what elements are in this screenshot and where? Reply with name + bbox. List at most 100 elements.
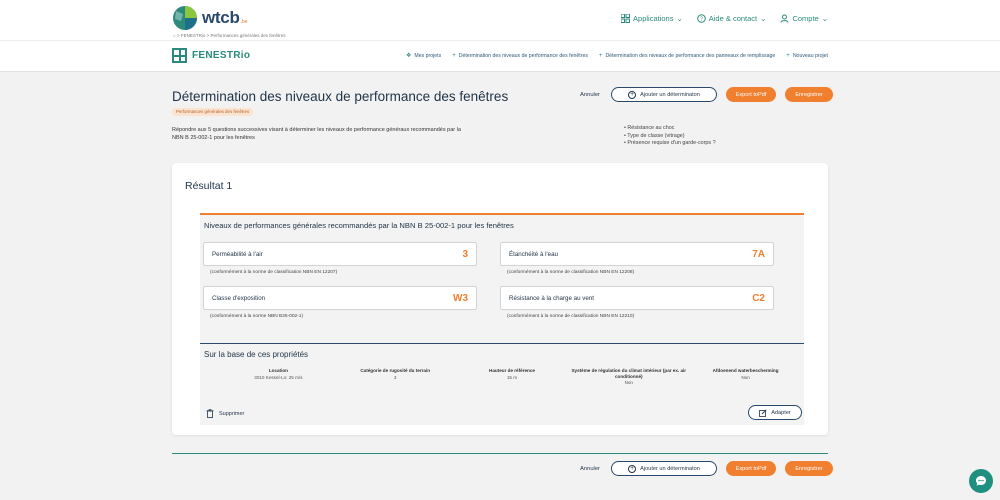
help-contact-menu[interactable]: ? Aide & contact ⌄ <box>696 14 767 23</box>
plus-circle-icon: + <box>628 90 637 99</box>
question-item: Type de classe (vitrage) <box>624 133 716 141</box>
nav-new-project-label: Nouveau projet <box>792 52 828 59</box>
plus-icon: + <box>452 52 456 59</box>
chevron-down-icon: ⌄ <box>760 14 767 23</box>
property-label: Catégorie de rugosité du terrain <box>360 368 431 373</box>
section-divider <box>200 343 804 344</box>
save-button[interactable]: Enregistrer <box>785 87 833 102</box>
property-item: Hauteur de référence 15 m <box>454 368 571 385</box>
fenestrio-logo[interactable]: FENESTRio <box>172 48 250 63</box>
top-nav: Applications ⌄ ? Aide & contact ⌄ Compte… <box>621 14 828 23</box>
result-value: C2 <box>752 292 765 304</box>
projects-icon: ❖ <box>406 53 412 59</box>
plus-circle-icon: + <box>628 464 637 473</box>
property-label: Système de régulation du climat intérieu… <box>571 368 687 379</box>
nav-new-project[interactable]: + Nouveau projet <box>786 52 828 59</box>
add-determination-label: Ajouter un déterminaton <box>640 465 700 472</box>
property-value: 3 <box>393 374 397 380</box>
bottom-divider <box>172 453 828 454</box>
chat-button[interactable] <box>969 469 993 493</box>
export-pdf-button[interactable]: Export toPdf <box>726 461 776 476</box>
result-value: 7A <box>752 248 765 260</box>
help-circle-icon: ? <box>696 14 706 23</box>
grid-icon <box>621 14 631 23</box>
svg-text:?: ? <box>700 16 703 22</box>
property-label: Location <box>268 368 288 373</box>
page-title: Détermination des niveaux de performance… <box>172 89 509 104</box>
export-pdf-button[interactable]: Export toPdf <box>726 87 776 102</box>
question-item: Présence requise d'un garde-corps ? <box>624 140 715 148</box>
cancel-button[interactable]: Annuler <box>580 92 602 98</box>
applications-menu[interactable]: Applications ⌄ <box>621 14 683 23</box>
properties-heading: Sur la base de ces propriétés <box>204 350 309 359</box>
property-value: Non <box>741 374 750 380</box>
properties-list: Location 3010 Kessel-Lo: 25 m/s Catégori… <box>220 368 804 385</box>
result-air-permeability: Perméabilité à l'air 3 <box>203 242 477 266</box>
save-button[interactable]: Enregistrer <box>785 461 833 476</box>
result-heading: Niveaux de performances générales recomm… <box>204 221 514 230</box>
chevron-down-icon: ⌄ <box>676 14 683 23</box>
adapt-button[interactable]: Adapter <box>748 405 802 420</box>
window-icon <box>172 48 187 63</box>
user-icon <box>780 14 789 23</box>
result-exposure-class: Classe d'exposition W3 <box>203 286 477 310</box>
cancel-button[interactable]: Annuler <box>580 466 602 472</box>
account-menu[interactable]: Compte ⌄ <box>780 14 828 23</box>
property-label: Hauteur de référence <box>489 368 535 373</box>
result-water-tightness: Étanchéité à l'eau 7A <box>500 242 774 266</box>
chevron-down-icon: ⌄ <box>821 14 828 23</box>
result-title: Résultat 1 <box>185 180 233 192</box>
result-value: W3 <box>453 292 468 304</box>
delete-label: Supprimer <box>219 410 245 417</box>
result-label: Étanchéité à l'eau <box>509 250 558 258</box>
property-item: Système de régulation du climat intérieu… <box>570 368 687 385</box>
edit-icon <box>759 408 767 417</box>
result-note: (conformément à la norme de classificati… <box>210 270 338 275</box>
nav-my-projects-label: Mes projets <box>414 52 442 59</box>
property-item: Location 3010 Kessel-Lo: 25 m/s <box>220 368 337 385</box>
logo-text: wtcb <box>202 8 240 27</box>
plus-icon: + <box>598 52 603 59</box>
result-panel: Niveaux de performances générales recomm… <box>200 213 804 425</box>
result-note: (conformément à la norme de classificati… <box>507 270 635 275</box>
result-value: 3 <box>462 248 468 260</box>
property-value: Non <box>624 380 633 386</box>
question-list: Résistance au choc Type de classe (vitra… <box>624 125 716 148</box>
add-determination-button[interactable]: + Ajouter un déterminaton <box>611 461 717 476</box>
add-determination-button[interactable]: + Ajouter un déterminaton <box>611 87 717 102</box>
nav-panel-performance[interactable]: + Détermination des niveaux de performanc… <box>599 52 775 59</box>
property-label: Afdoenend waterbescherming <box>712 368 779 373</box>
result-wind-load: Résistance à la charge au vent C2 <box>500 286 774 310</box>
wtcb-logo[interactable]: wtcb .be <box>172 5 247 31</box>
nav-window-performance-label: Détermination des niveaux de performance… <box>458 52 588 59</box>
property-value: 15 m <box>506 374 518 380</box>
property-item: Afdoenend waterbescherming Non <box>687 368 804 385</box>
property-value: 3010 Kessel-Lo: 25 m/s <box>254 374 303 380</box>
category-tag: Performances générales des fenêtres <box>172 108 254 116</box>
plus-icon: + <box>786 52 790 59</box>
account-label: Compte <box>792 14 819 23</box>
breadcrumb[interactable]: ⌂ > FENESTRio > Performances générales d… <box>173 33 286 38</box>
property-item: Catégorie de rugosité du terrain 3 <box>337 368 454 385</box>
intro-text: Répondre aux 5 questions successives vis… <box>172 127 461 141</box>
wtcb-logo-icon <box>172 5 198 31</box>
adapt-label: Adapter <box>771 409 791 416</box>
top-actions: Annuler + Ajouter un déterminaton Export… <box>580 87 833 102</box>
nav-window-performance[interactable]: + Détermination des niveaux de performanc… <box>452 52 588 59</box>
help-contact-label: Aide & contact <box>708 14 758 23</box>
chat-icon <box>976 476 986 486</box>
bottom-actions: Annuler + Ajouter un déterminaton Export… <box>580 461 833 476</box>
delete-button[interactable]: Supprimer <box>206 409 244 418</box>
nav-my-projects[interactable]: ❖ Mes projets <box>406 52 442 60</box>
result-label: Résistance à la charge au vent <box>509 294 594 302</box>
accent-divider <box>200 213 804 215</box>
result-label: Classe d'exposition <box>212 294 266 302</box>
add-determination-label: Ajouter un déterminaton <box>640 91 700 98</box>
top-bar: wtcb .be Applications ⌄ ? Aide & contact… <box>0 0 1000 40</box>
logo-sub: .be <box>240 19 248 25</box>
app-nav: ❖ Mes projets + Détermination des niveaux … <box>406 52 828 60</box>
result-note: (conformément à la norme de classificati… <box>507 314 635 319</box>
nav-panel-performance-label: Détermination des niveaux de performance… <box>605 52 776 59</box>
trash-icon <box>206 409 214 418</box>
app-name: FENESTRio <box>192 50 251 61</box>
